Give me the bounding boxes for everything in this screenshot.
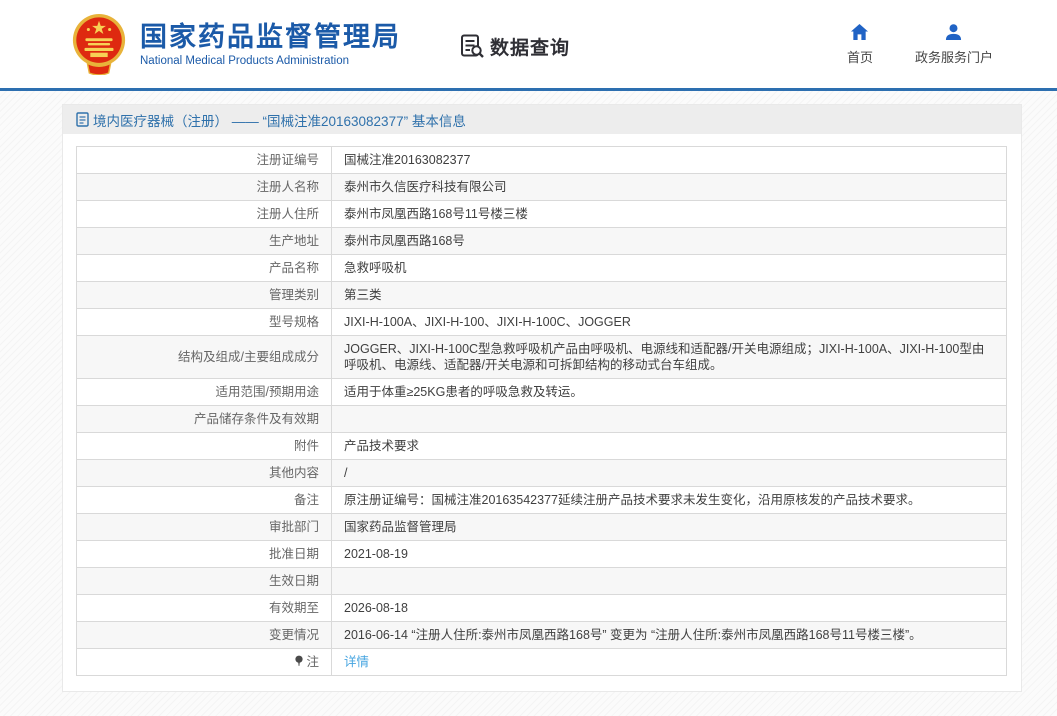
- row-value: JOGGER、JIXI-H-100C型急救呼吸机产品由呼吸机、电源线和适配器/开…: [332, 336, 1007, 379]
- national-emblem-logo: [70, 13, 128, 75]
- row-value: 泰州市凤凰西路168号11号楼三楼: [332, 201, 1007, 228]
- note-pin-icon: [294, 655, 304, 667]
- row-value: JIXI-H-100A、JIXI-H-100、JIXI-H-100C、JOGGE…: [332, 309, 1007, 336]
- table-row: 产品名称急救呼吸机: [77, 255, 1007, 282]
- nav-item-label: 政务服务门户: [915, 47, 993, 66]
- row-label: 管理类别: [77, 282, 332, 309]
- page-icon: [76, 112, 89, 127]
- brand-block: 国家药品监督管理局 National Medical Products Admi…: [140, 22, 401, 67]
- row-label: 注册人名称: [77, 174, 332, 201]
- table-row: 审批部门国家药品监督管理局: [77, 514, 1007, 541]
- row-value: 急救呼吸机: [332, 255, 1007, 282]
- nav-item-label: 首页: [847, 47, 873, 66]
- table-row: 注册证编号国械注准20163082377: [77, 147, 1007, 174]
- row-label: 注: [77, 649, 332, 676]
- table-row: 其他内容/: [77, 460, 1007, 487]
- row-label: 变更情况: [77, 622, 332, 649]
- table-row: 适用范围/预期用途适用于体重≥25KG患者的呼吸急救及转运。: [77, 379, 1007, 406]
- header-nav: 首页 政务服务门户: [847, 23, 993, 66]
- site-header: 国家药品监督管理局 National Medical Products Admi…: [0, 0, 1057, 88]
- row-label: 批准日期: [77, 541, 332, 568]
- table-row: 结构及组成/主要组成成分JOGGER、JIXI-H-100C型急救呼吸机产品由呼…: [77, 336, 1007, 379]
- table-row: 注详情: [77, 649, 1007, 676]
- table-row: 管理类别第三类: [77, 282, 1007, 309]
- row-label: 型号规格: [77, 309, 332, 336]
- table-row: 变更情况2016-06-14 “注册人住所:泰州市凤凰西路168号” 变更为 “…: [77, 622, 1007, 649]
- table-row: 注册人名称泰州市久信医疗科技有限公司: [77, 174, 1007, 201]
- table-row: 生产地址泰州市凤凰西路168号: [77, 228, 1007, 255]
- site-subtitle: National Medical Products Administration: [140, 55, 401, 67]
- row-label: 有效期至: [77, 595, 332, 622]
- nav-item-home[interactable]: 首页: [847, 23, 873, 66]
- info-card: 境内医疗器械（注册） —— “国械注准20163082377” 基本信息 注册证…: [62, 104, 1022, 692]
- table-row: 注册人住所泰州市凤凰西路168号11号楼三楼: [77, 201, 1007, 228]
- row-value: 详情: [332, 649, 1007, 676]
- row-label: 生效日期: [77, 568, 332, 595]
- row-value: 泰州市凤凰西路168号: [332, 228, 1007, 255]
- data-query-section[interactable]: 数据查询: [459, 33, 570, 60]
- site-title: 国家药品监督管理局: [140, 22, 401, 52]
- row-label: 产品储存条件及有效期: [77, 406, 332, 433]
- card-body: 注册证编号国械注准20163082377注册人名称泰州市久信医疗科技有限公司注册…: [63, 134, 1021, 691]
- home-icon: [850, 23, 869, 41]
- table-row: 批准日期2021-08-19: [77, 541, 1007, 568]
- document-search-icon: [459, 33, 485, 59]
- row-value: 产品技术要求: [332, 433, 1007, 460]
- row-value: [332, 568, 1007, 595]
- info-table-body: 注册证编号国械注准20163082377注册人名称泰州市久信医疗科技有限公司注册…: [77, 147, 1007, 676]
- row-label: 备注: [77, 487, 332, 514]
- table-row: 生效日期: [77, 568, 1007, 595]
- row-value: 2016-06-14 “注册人住所:泰州市凤凰西路168号” 变更为 “注册人住…: [332, 622, 1007, 649]
- table-row: 型号规格JIXI-H-100A、JIXI-H-100、JIXI-H-100C、J…: [77, 309, 1007, 336]
- main-content: 境内医疗器械（注册） —— “国械注准20163082377” 基本信息 注册证…: [0, 91, 1057, 716]
- row-label: 审批部门: [77, 514, 332, 541]
- card-header: 境内医疗器械（注册） —— “国械注准20163082377” 基本信息: [63, 105, 1021, 134]
- detail-link[interactable]: 详情: [344, 655, 369, 669]
- table-row: 备注原注册证编号：国械注准20163542377延续注册产品技术要求未发生变化，…: [77, 487, 1007, 514]
- row-value: /: [332, 460, 1007, 487]
- data-query-label: 数据查询: [490, 33, 570, 60]
- table-row: 有效期至2026-08-18: [77, 595, 1007, 622]
- row-label: 附件: [77, 433, 332, 460]
- row-value: 2021-08-19: [332, 541, 1007, 568]
- page-title: 境内医疗器械（注册） —— “国械注准20163082377” 基本信息: [93, 110, 466, 130]
- row-value: 适用于体重≥25KG患者的呼吸急救及转运。: [332, 379, 1007, 406]
- row-label: 生产地址: [77, 228, 332, 255]
- table-row: 附件产品技术要求: [77, 433, 1007, 460]
- row-value: 泰州市久信医疗科技有限公司: [332, 174, 1007, 201]
- table-row: 产品储存条件及有效期: [77, 406, 1007, 433]
- info-table: 注册证编号国械注准20163082377注册人名称泰州市久信医疗科技有限公司注册…: [76, 146, 1007, 676]
- row-label: 注册证编号: [77, 147, 332, 174]
- row-value: 国家药品监督管理局: [332, 514, 1007, 541]
- page: 国家药品监督管理局 National Medical Products Admi…: [0, 0, 1057, 716]
- row-value: [332, 406, 1007, 433]
- row-value: 第三类: [332, 282, 1007, 309]
- row-value: 国械注准20163082377: [332, 147, 1007, 174]
- user-icon: [944, 23, 963, 41]
- row-label: 结构及组成/主要组成成分: [77, 336, 332, 379]
- row-label: 产品名称: [77, 255, 332, 282]
- row-value: 原注册证编号：国械注准20163542377延续注册产品技术要求未发生变化，沿用…: [332, 487, 1007, 514]
- row-label: 适用范围/预期用途: [77, 379, 332, 406]
- row-label: 其他内容: [77, 460, 332, 487]
- row-value: 2026-08-18: [332, 595, 1007, 622]
- nav-item-service-portal[interactable]: 政务服务门户: [915, 23, 993, 66]
- row-label: 注册人住所: [77, 201, 332, 228]
